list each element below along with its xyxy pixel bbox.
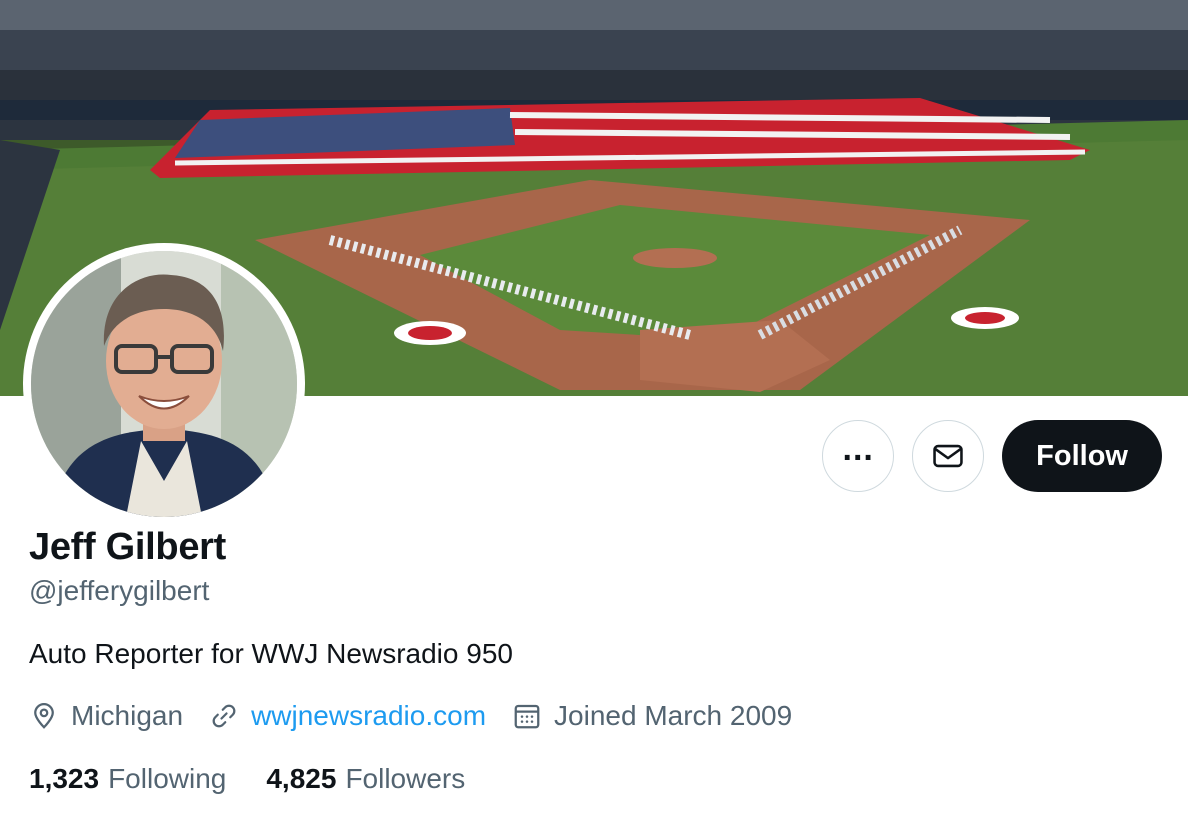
following-label: Following xyxy=(108,763,227,794)
profile-meta: Michigan wwjnewsradio.com Joined March 2… xyxy=(29,700,818,732)
followers-link[interactable]: 4,825 Followers xyxy=(266,763,465,795)
follow-stats: 1,323 Following 4,825 Followers xyxy=(29,763,505,795)
profile-photo xyxy=(31,251,297,517)
website-link[interactable]: wwjnewsradio.com xyxy=(251,700,486,732)
calendar-icon xyxy=(514,704,540,729)
profile-handle: @jefferygilbert xyxy=(29,575,210,606)
profile-name: Jeff Gilbert xyxy=(29,526,226,568)
avatar-frame[interactable] xyxy=(23,243,305,525)
message-button[interactable] xyxy=(912,420,985,492)
joined-text: Joined March 2009 xyxy=(554,700,793,731)
following-link[interactable]: 1,323 Following xyxy=(29,763,226,795)
location-pin-icon xyxy=(34,703,54,729)
follow-button[interactable]: Follow xyxy=(1002,420,1162,492)
following-count: 1,323 xyxy=(29,763,100,794)
more-horizontal-icon: ... xyxy=(842,430,874,468)
followers-label: Followers xyxy=(345,763,466,794)
link-icon xyxy=(212,704,236,728)
avatar[interactable] xyxy=(31,251,297,517)
envelope-icon xyxy=(933,444,963,468)
joined-item: Joined March 2009 xyxy=(512,700,792,732)
followers-count: 4,825 xyxy=(266,763,337,794)
location-item: Michigan xyxy=(29,700,183,732)
profile-bio: Auto Reporter for WWJ Newsradio 950 xyxy=(29,638,513,669)
more-button[interactable]: ... xyxy=(822,420,895,492)
website-item: wwjnewsradio.com xyxy=(209,700,486,732)
profile-actions: ... Follow xyxy=(822,420,1162,492)
location-text: Michigan xyxy=(71,700,184,731)
